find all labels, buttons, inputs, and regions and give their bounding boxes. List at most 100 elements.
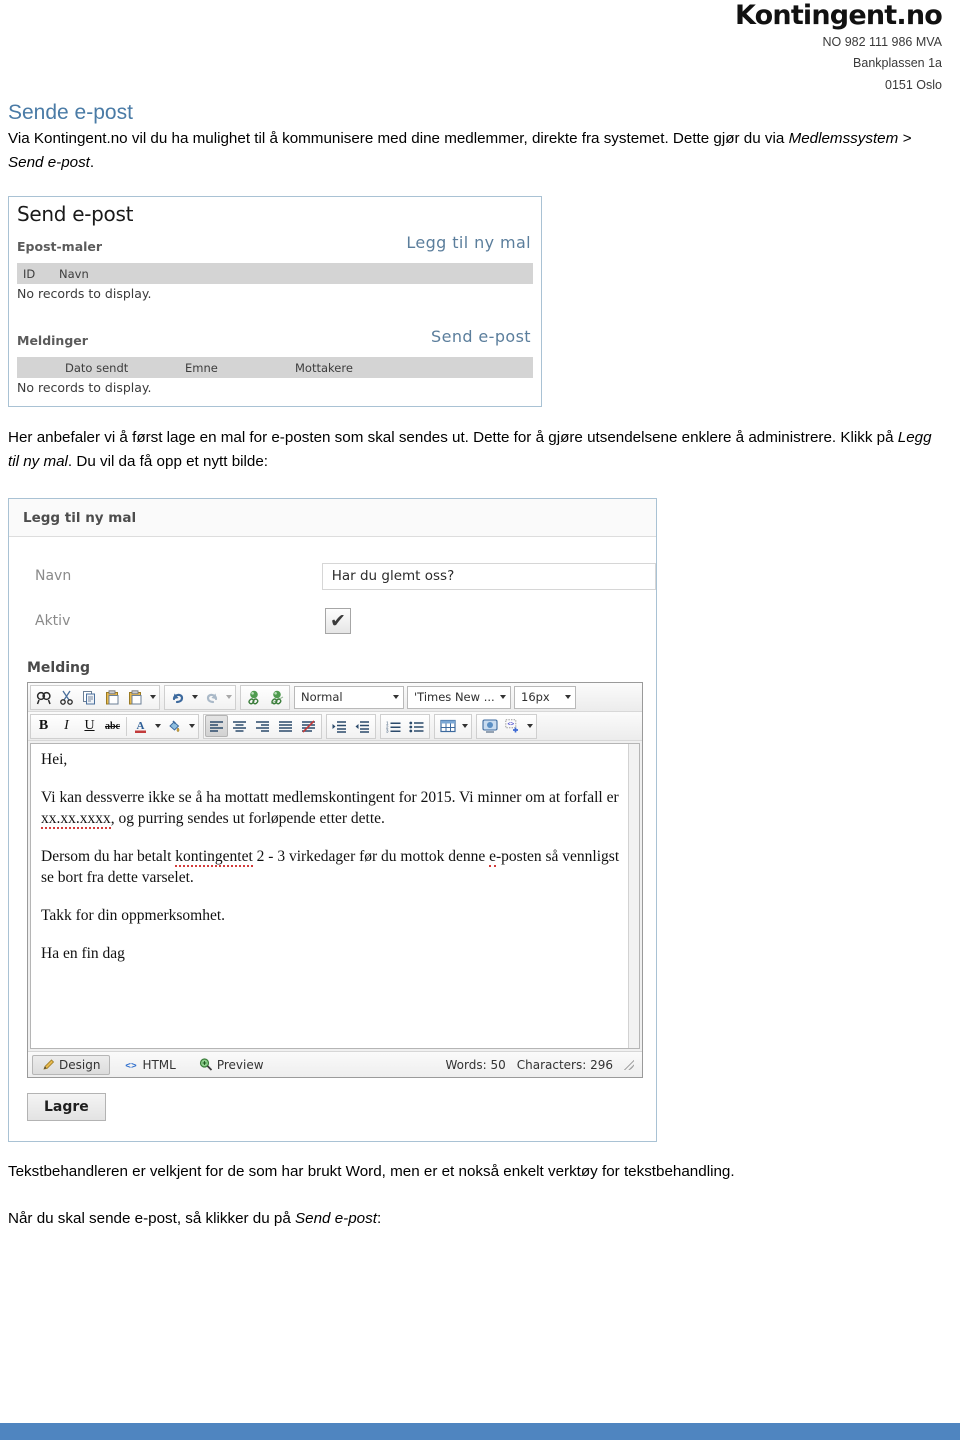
align-center-icon[interactable] [228, 715, 251, 737]
tab-design[interactable]: Design [32, 1054, 111, 1075]
strikethrough-icon[interactable]: abc [101, 715, 124, 737]
editor-scrollbar[interactable] [628, 744, 639, 1048]
templates-empty-message: No records to display. [17, 286, 152, 301]
align-right-icon[interactable] [251, 715, 274, 737]
tab-preview-label: Preview [216, 1057, 264, 1072]
highlight-color-icon[interactable] [163, 715, 186, 737]
font-family-dropdown[interactable]: 'Times New ... [407, 685, 511, 709]
svg-text:A: A [137, 720, 145, 732]
font-color-chevron-down-icon[interactable] [152, 715, 163, 737]
screenshot-send-epost: Send e-post Epost-maler Legg til ny mal … [8, 196, 542, 407]
field-row-navn: Navn Har du glemt oss? [9, 559, 656, 593]
messages-section-label: Meldinger [17, 333, 88, 348]
insert-image-icon[interactable] [478, 715, 501, 737]
messages-grid-header: Dato sendt Emne Mottakere [17, 357, 533, 378]
word-count: Words: 50 [445, 1057, 506, 1072]
editor-toolbar-row-1: Normal 'Times New ... 16px [28, 683, 642, 712]
font-color-icon[interactable]: A [129, 715, 152, 737]
highlight-color-chevron-down-icon[interactable] [186, 715, 197, 737]
tab-html[interactable]: <> HTML [115, 1056, 184, 1074]
editor-p3-text-b: 2 - 3 virkedager før du mottok denne [252, 847, 490, 865]
insert-table-icon[interactable] [436, 715, 459, 737]
editor-p3-spellcheck-2: e [489, 847, 496, 867]
tab-html-label: HTML [142, 1057, 176, 1072]
navn-label: Navn [35, 568, 72, 584]
company-address: Bankplassen 1a [853, 56, 942, 71]
intro-text-1: Via Kontingent.no vil du ha mulighet til… [8, 130, 789, 147]
aktiv-label: Aktiv [35, 613, 71, 629]
insert-code-icon[interactable]: <> [501, 715, 524, 737]
undo-icon[interactable] [166, 686, 189, 708]
resize-grip-icon[interactable] [624, 1059, 634, 1070]
col-navn[interactable]: Navn [59, 267, 89, 281]
bold-icon[interactable]: B [32, 715, 55, 737]
melding-label: Melding [27, 660, 91, 676]
editor-p2-text-a: Vi kan dessverre ikke se å ha mottatt me… [41, 788, 619, 806]
col-dato-sendt[interactable]: Dato sendt [17, 361, 185, 375]
redo-chevron-down-icon[interactable] [223, 686, 234, 708]
editor-toolbar-row-2: B I U abc A 1 2 3 <> [28, 712, 642, 741]
toolbar-group-formatting: B I U abc A [30, 713, 199, 739]
insert-table-chevron-down-icon[interactable] [459, 715, 470, 737]
col-id[interactable]: ID [17, 267, 59, 281]
copy-icon[interactable] [78, 686, 101, 708]
find-icon[interactable] [32, 686, 55, 708]
toolbar-separator [126, 716, 127, 736]
paste-options-icon[interactable] [124, 686, 147, 708]
paragraph-style-value: Normal [301, 690, 343, 704]
page-title: Sende e-post [8, 101, 133, 124]
undo-chevron-down-icon[interactable] [189, 686, 200, 708]
editor-p3-text-a: Dersom du har betalt [41, 847, 176, 865]
add-template-link[interactable]: Legg til ny mal [406, 233, 531, 252]
intro-text-2: . [89, 153, 95, 171]
paste-options-chevron-down-icon[interactable] [147, 686, 158, 708]
aktiv-checkbox[interactable]: ✔ [325, 608, 351, 634]
paragraph-style-dropdown[interactable]: Normal [294, 685, 404, 709]
editor-p2-spellcheck: xx.xx.xxxx [41, 809, 111, 829]
col-mottakere[interactable]: Mottakere [295, 361, 353, 375]
italic-icon[interactable]: I [55, 715, 78, 737]
paragraph-style-chevron-down-icon [393, 695, 399, 699]
send-epost-link[interactable]: Send e-post [431, 327, 531, 346]
ny-mal-panel-title: Legg til ny mal [9, 499, 656, 537]
editor-paragraph-2: Vi kan dessverre ikke se å ha mottatt me… [41, 788, 629, 830]
bullet-list-icon[interactable] [405, 715, 428, 737]
col-emne[interactable]: Emne [185, 361, 295, 375]
magnifier-icon [199, 1058, 212, 1071]
remove-format-icon[interactable] [297, 715, 320, 737]
editor-p3-spellcheck: kontingentet [175, 847, 253, 867]
navn-input[interactable]: Har du glemt oss? [321, 562, 656, 590]
editor-status-bar: Design <> HTML Preview Words: 50 Charact… [28, 1051, 642, 1077]
save-button[interactable]: Lagre [27, 1093, 106, 1121]
svg-text:<>: <> [126, 1060, 138, 1071]
rich-text-editor: Normal 'Times New ... 16px B I U abc A 1… [27, 682, 643, 1078]
toolbar-group-links [240, 684, 290, 710]
underline-icon[interactable]: U [78, 715, 101, 737]
toolbar-group-insert-media: <> [476, 713, 537, 739]
align-left-icon[interactable] [205, 715, 228, 737]
svg-text:<>: <> [507, 720, 514, 727]
cut-icon[interactable] [55, 686, 78, 708]
indent-icon[interactable] [328, 715, 351, 737]
font-size-value: 16px [521, 690, 550, 704]
insert-code-chevron-down-icon[interactable] [524, 715, 535, 737]
tab-preview[interactable]: Preview [190, 1056, 273, 1074]
font-family-chevron-down-icon [500, 695, 506, 699]
ny-mal-form: Navn Har du glemt oss? Aktiv ✔ Melding N… [9, 537, 656, 1121]
align-justify-icon[interactable] [274, 715, 297, 737]
intro-paragraph: Via Kontingent.no vil du ha mulighet til… [8, 127, 933, 174]
paste-icon[interactable] [101, 686, 124, 708]
numbered-list-icon[interactable]: 123 [382, 715, 405, 737]
messages-grid: Dato sendt Emne Mottakere No records to … [17, 357, 533, 395]
character-count: Characters: 296 [516, 1057, 613, 1072]
remove-link-icon[interactable] [265, 686, 288, 708]
redo-icon[interactable] [200, 686, 223, 708]
font-size-dropdown[interactable]: 16px [514, 685, 576, 709]
close2-text-2: : [376, 1210, 382, 1227]
save-button-wrapper: Lagre [9, 1078, 656, 1121]
outdent-icon[interactable] [351, 715, 374, 737]
editor-content-area[interactable]: Hei, Vi kan dessverre ikke se å ha motta… [30, 743, 640, 1049]
mid-text-1: Her anbefaler vi å først lage en mal for… [8, 429, 898, 446]
closing-paragraph-2: Når du skal sende e-post, så klikker du … [8, 1207, 933, 1231]
insert-link-icon[interactable] [242, 686, 265, 708]
